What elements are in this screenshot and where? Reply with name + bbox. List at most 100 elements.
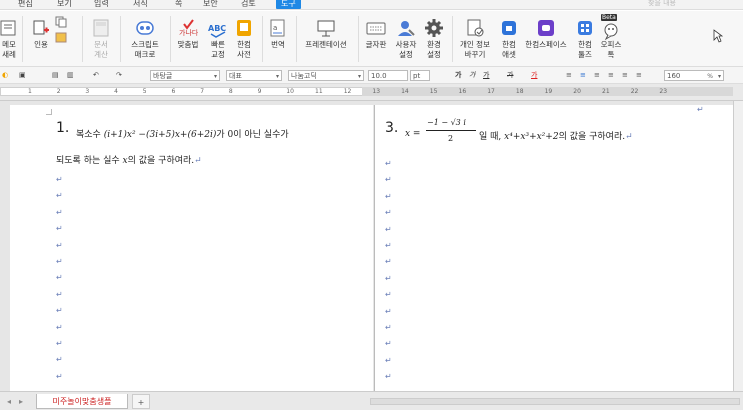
cite-button[interactable]: 인용 — [27, 11, 55, 67]
privacy-label: 개인 정보 바꾸기 — [460, 40, 490, 59]
left-column[interactable]: 1. 복소수 (i+1)x² −(3i+5)x+(6+2i)가 0이 아닌 실수… — [10, 105, 373, 391]
fraction-bar — [426, 130, 476, 131]
underline-button[interactable]: 가 — [483, 70, 489, 81]
para-style-select[interactable]: 바탕글 ▾ — [150, 70, 220, 81]
asset-button[interactable]: 한컴 애셋 — [496, 11, 522, 67]
tab-prev-icon[interactable]: ◂ — [4, 394, 14, 409]
alias-select[interactable]: 대표 ▾ — [226, 70, 282, 81]
copy-button[interactable] — [52, 11, 70, 67]
save-icon[interactable]: ▣ — [19, 70, 29, 81]
svg-text:ABC: ABC — [208, 24, 226, 33]
vertical-scrollbar[interactable] — [733, 101, 743, 391]
ruler-tick: 3 — [85, 88, 90, 95]
zoom-value: 160 — [667, 72, 681, 80]
paragraph-return-mark: ↵ — [385, 191, 392, 201]
space-icon — [538, 20, 554, 36]
menu-security[interactable]: 보안 — [203, 0, 218, 9]
privacy-button[interactable]: 개인 정보 바꾸기 — [456, 11, 494, 67]
cite-icon — [33, 20, 49, 35]
quick-correct-button[interactable]: ABC 빠른 교정 — [205, 11, 231, 67]
memo-button[interactable]: 메모 새례 — [0, 11, 18, 67]
menu-tools[interactable]: 도구 — [276, 0, 301, 9]
paragraph-return-mark: ↵ — [385, 372, 392, 382]
hancom-tools-button[interactable]: 한컴 툴즈 — [572, 11, 598, 67]
distribute-icon[interactable]: ≡ — [622, 70, 628, 81]
redo-icon[interactable]: ↷ — [116, 70, 126, 81]
paragraph-return-mark: ↵ — [56, 355, 63, 365]
spell-button[interactable]: 가나다 맞춤법 — [174, 11, 202, 67]
zoom-input[interactable]: 160% ▾ — [664, 70, 724, 81]
menu-bar: 편집 보기 입력 서식 쪽 보안 검토 도구 찾을 내용 — [0, 0, 743, 10]
user-settings-button[interactable]: 사용자 설정 — [391, 11, 421, 67]
ruler-tick: 4 — [114, 88, 118, 95]
menu-edit[interactable]: 편집 — [18, 0, 33, 9]
italic-button[interactable]: 가 — [469, 70, 475, 81]
paragraph-return-mark: ↵ — [56, 240, 63, 250]
q3-numerator: −1 − √3 i — [427, 118, 466, 127]
paragraph-return-mark: ↵ — [56, 175, 63, 184]
ruler-tick: 6 — [171, 88, 176, 95]
unit-select[interactable]: pt — [410, 70, 430, 81]
undo-icon[interactable]: ↶ — [93, 70, 103, 81]
paragraph-return-mark: ↵ — [56, 257, 63, 266]
return-mark: ↵ — [625, 132, 633, 142]
translate-icon: a — [270, 19, 285, 37]
cite-label: 인용 — [34, 40, 48, 49]
horizontal-scrollbar[interactable] — [370, 398, 740, 405]
preview-icon[interactable]: ▥ — [67, 70, 77, 81]
para-style-value: 바탕글 — [153, 72, 173, 80]
bold-button[interactable]: 가 — [455, 70, 461, 81]
return-mark: ↵ — [697, 105, 704, 114]
env-settings-button[interactable]: 환경 설정 — [421, 11, 447, 67]
ruler-tick: 7 — [200, 88, 205, 95]
justify-icon[interactable]: ≡ — [608, 70, 614, 81]
paste-icon — [55, 32, 67, 43]
ruler-tick: 17 — [487, 88, 495, 95]
dictionary-button[interactable]: 한컴 사전 — [231, 11, 257, 67]
quick-label: 빠른 교정 — [211, 40, 225, 59]
privacy-icon — [467, 19, 484, 37]
align-left-icon[interactable]: ≡ — [566, 70, 572, 81]
crop-mark — [46, 109, 52, 115]
menu-review[interactable]: 검토 — [241, 0, 256, 9]
ruler-tick: 15 — [429, 88, 438, 95]
font-size-input[interactable]: 10.0 — [368, 70, 408, 81]
menu-page[interactable]: 쪽 — [175, 0, 182, 9]
ruler-tick: 21 — [602, 88, 610, 95]
memo-icon — [0, 20, 16, 36]
menu-insert[interactable]: 입력 — [94, 0, 109, 9]
print-icon[interactable]: ▤ — [52, 70, 62, 81]
paragraph-return-mark: ↵ — [385, 241, 392, 250]
hancom-space-button[interactable]: 한컴스페이스 — [522, 11, 570, 67]
script-button[interactable]: 스크립트 매크로 — [124, 11, 166, 67]
ruler-tick: 16 — [458, 88, 467, 95]
split-icon[interactable]: ≡ — [636, 70, 642, 81]
font-color-button[interactable]: 가 — [531, 70, 537, 81]
alias-value: 대표 — [229, 72, 242, 80]
align-right-icon[interactable]: ≡ — [594, 70, 600, 81]
ruler-tick: 5 — [142, 88, 147, 95]
keyboard-button[interactable]: 글자판 — [363, 11, 389, 67]
q1-math: (i+1)x² −(3i+5)x+(6+2i) — [103, 130, 217, 140]
translate-button[interactable]: a 번역 — [266, 11, 290, 67]
presentation-button[interactable]: 프레젠테이션 — [300, 11, 352, 67]
strike-button[interactable]: 가 — [507, 70, 513, 81]
align-center-icon[interactable]: ≡ — [580, 70, 586, 81]
tab-document[interactable]: 미주놀이맞춤생플 — [36, 394, 128, 409]
menu-view[interactable]: 보기 — [57, 0, 72, 9]
tab-next-icon[interactable]: ▸ — [16, 394, 26, 409]
calc-button[interactable]: 문서 계산 — [87, 11, 115, 67]
style-icon[interactable]: ◐ — [2, 70, 12, 81]
user-settings-icon — [398, 21, 415, 36]
q3-math-pre: x = — [405, 129, 420, 139]
add-tab-button[interactable]: + — [132, 394, 150, 409]
horizontal-ruler[interactable]: 1 2 3 4 5 6 7 8 9 10 11 12 13 14 15 16 17 18 19 20 21 22 23 — [0, 84, 743, 101]
mouse-cursor-icon — [713, 29, 723, 43]
menu-format[interactable]: 서식 — [133, 0, 148, 9]
right-column[interactable]: 3. x = −1 − √3 i 2 일 때, x⁴+x³+x²+2의 값을 구… — [374, 105, 737, 391]
office-talk-button[interactable]: Beta 오피스 톡 — [598, 11, 624, 67]
font-select[interactable]: 나눔고딕 ▾ — [288, 70, 364, 81]
search-hint[interactable]: 찾을 내용 — [648, 0, 676, 8]
q1-pre: 복소수 — [76, 130, 104, 140]
paragraph-return-mark: ↵ — [385, 323, 392, 332]
